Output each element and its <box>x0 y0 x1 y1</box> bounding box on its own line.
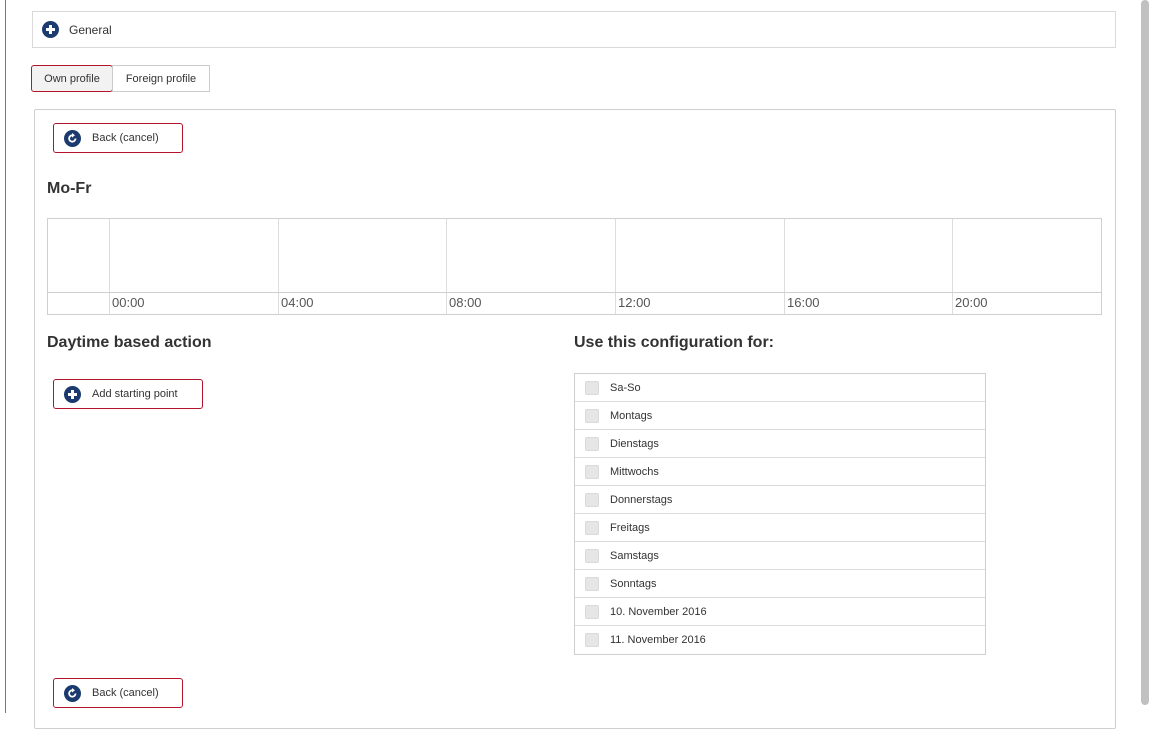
back-cancel-label: Back (cancel) <box>92 687 159 699</box>
config-option-label: Sa-So <box>610 381 641 394</box>
config-option-label: Freitags <box>610 521 650 534</box>
config-option-label: Donnerstags <box>610 493 673 506</box>
add-starting-point-label: Add starting point <box>92 388 178 400</box>
time-label: 20:00 <box>955 295 988 310</box>
timeline-divider <box>615 219 616 314</box>
time-label: 08:00 <box>449 295 482 310</box>
time-label: 12:00 <box>618 295 651 310</box>
config-option-label: 11. November 2016 <box>610 634 706 646</box>
timeline-divider <box>278 219 279 314</box>
config-usage-title: Use this configuration for: <box>574 334 774 351</box>
timeline-divider <box>446 219 447 314</box>
config-option[interactable]: Sa-So <box>575 374 985 402</box>
plus-circle-icon <box>64 385 81 403</box>
config-option[interactable]: Donnerstags <box>575 486 985 514</box>
config-option-label: Dienstags <box>610 437 659 450</box>
timeline-divider <box>784 219 785 314</box>
add-starting-point-button[interactable]: Add starting point <box>53 379 203 409</box>
general-panel[interactable]: General <box>32 11 1116 48</box>
config-option[interactable]: 10. November 2016 <box>575 598 985 626</box>
checkbox[interactable] <box>585 464 599 479</box>
config-option-label: Mittwochs <box>610 465 659 478</box>
config-option-label: 10. November 2016 <box>610 605 707 618</box>
config-option[interactable]: Montags <box>575 402 985 430</box>
left-border-line <box>5 0 6 713</box>
checkbox[interactable] <box>585 520 599 535</box>
config-option[interactable]: 11. November 2016 <box>575 626 985 654</box>
tab-foreign-profile[interactable]: Foreign profile <box>112 65 210 92</box>
time-label: 00:00 <box>112 295 145 310</box>
config-option-label: Montags <box>610 409 653 422</box>
scrollbar-thumb[interactable] <box>1141 0 1149 705</box>
general-label: General <box>69 22 112 37</box>
back-arrow-icon <box>64 129 81 147</box>
checkbox[interactable] <box>585 548 599 563</box>
config-option[interactable]: Samstags <box>575 542 985 570</box>
plus-circle-icon[interactable] <box>42 21 59 38</box>
config-option[interactable]: Freitags <box>575 514 985 542</box>
timeline-divider <box>952 219 953 314</box>
time-label: 16:00 <box>787 295 820 310</box>
config-option-label: Sonntags <box>610 577 657 590</box>
config-option[interactable]: Sonntags <box>575 570 985 598</box>
timeline-divider <box>109 219 110 314</box>
checkbox[interactable] <box>585 492 599 507</box>
checkbox[interactable] <box>585 436 599 451</box>
config-option[interactable]: Dienstags <box>575 430 985 458</box>
back-cancel-button-top[interactable]: Back (cancel) <box>53 123 183 153</box>
config-option[interactable]: Mittwochs <box>575 458 985 486</box>
checkbox[interactable] <box>585 408 599 423</box>
daytime-action-title: Daytime based action <box>47 334 212 351</box>
checkbox[interactable] <box>585 633 599 647</box>
checkbox[interactable] <box>585 604 599 619</box>
tab-own-profile[interactable]: Own profile <box>31 65 113 92</box>
timeline-baseline <box>48 292 1101 293</box>
checkbox[interactable] <box>585 576 599 591</box>
schedule-timeline[interactable]: 00:00 04:00 08:00 12:00 16:00 20:00 <box>47 218 1102 315</box>
time-label: 04:00 <box>281 295 314 310</box>
back-arrow-icon <box>64 684 81 702</box>
config-day-list: Sa-So Montags Dienstags Mittwochs Donner… <box>574 373 986 655</box>
back-cancel-button-bottom[interactable]: Back (cancel) <box>53 678 183 708</box>
config-option-label: Samstags <box>610 549 659 562</box>
schedule-title: Mo-Fr <box>47 180 92 197</box>
checkbox[interactable] <box>585 380 599 395</box>
back-cancel-label: Back (cancel) <box>92 132 159 144</box>
